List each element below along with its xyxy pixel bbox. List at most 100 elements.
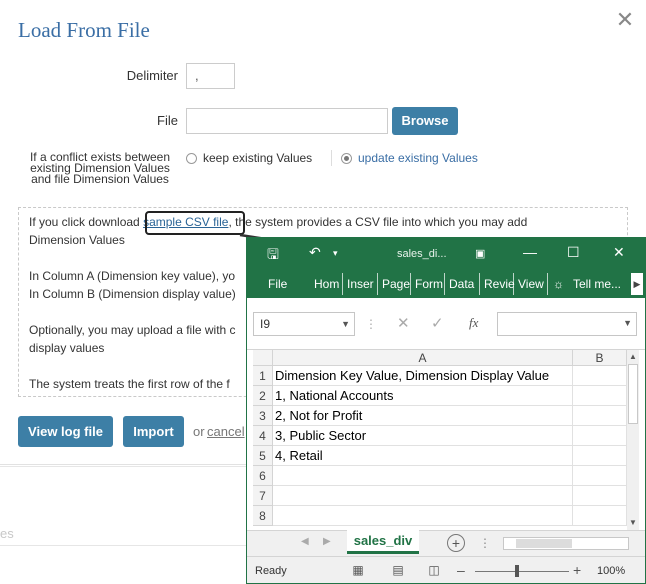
- ribbon-scroll-right-icon[interactable]: ▶: [631, 273, 643, 295]
- excel-ribbon: File Hom Inser Page Form Data Revie View…: [247, 271, 645, 298]
- more-icon: ⋮: [365, 317, 377, 331]
- tell-me-search[interactable]: Tell me...: [573, 277, 621, 291]
- zoom-in-icon[interactable]: +: [573, 562, 581, 578]
- select-all-corner[interactable]: [253, 350, 273, 366]
- prev-sheet-icon[interactable]: ◀: [301, 536, 309, 547]
- info-line-6: display values: [29, 341, 105, 355]
- save-icon[interactable]: 🖫: [267, 244, 279, 268]
- cell-a4[interactable]: 3, Public Sector: [273, 426, 573, 446]
- ribbon-tab-file[interactable]: File: [268, 277, 287, 291]
- row-header[interactable]: 1: [253, 366, 273, 386]
- cell-b5[interactable]: [573, 446, 627, 466]
- vertical-scrollbar[interactable]: ▲ ▼: [627, 350, 639, 530]
- update-existing-radio[interactable]: [341, 153, 352, 164]
- close-window-icon[interactable]: ✕: [613, 244, 625, 261]
- formula-input[interactable]: ▼: [497, 312, 637, 336]
- info-line-1: If you click download sample CSV file, t…: [29, 215, 527, 229]
- cell-b2[interactable]: [573, 386, 627, 406]
- zoom-level[interactable]: 100%: [597, 565, 625, 577]
- delimiter-input[interactable]: ,: [186, 63, 235, 89]
- excel-window: 🖫 ↶ ▾ sales_di... ▣ — ☐ ✕ File Hom Inser…: [246, 237, 646, 584]
- update-existing-label[interactable]: update existing Values: [358, 151, 478, 165]
- row-header[interactable]: 7: [253, 486, 273, 506]
- close-icon[interactable]: ✕: [614, 9, 636, 31]
- ribbon-separator: [377, 273, 378, 295]
- next-sheet-icon[interactable]: ▶: [323, 536, 331, 547]
- ribbon-tab-formulas[interactable]: Form: [415, 277, 443, 291]
- status-bar: Ready ▦ ▤ ◫ – + 100%: [247, 556, 645, 583]
- vertical-scroll-thumb[interactable]: [628, 364, 638, 424]
- horizontal-scrollbar[interactable]: [503, 537, 629, 550]
- chevron-down-icon[interactable]: ▼: [341, 313, 350, 335]
- ribbon-tab-insert[interactable]: Inser: [347, 277, 374, 291]
- cell-b8[interactable]: [573, 506, 627, 526]
- zoom-slider-thumb[interactable]: [515, 565, 519, 577]
- row-header[interactable]: 8: [253, 506, 273, 526]
- normal-view-icon[interactable]: ▦: [351, 563, 365, 577]
- insert-function-icon[interactable]: fx: [469, 315, 478, 331]
- info-line-2: Dimension Values: [29, 233, 125, 247]
- row-header[interactable]: 2: [253, 386, 273, 406]
- view-log-button[interactable]: View log file: [18, 416, 113, 447]
- ribbon-tab-data[interactable]: Data: [449, 277, 474, 291]
- zoom-out-icon[interactable]: –: [457, 562, 465, 578]
- ribbon-separator: [547, 273, 548, 295]
- excel-titlebar: 🖫 ↶ ▾ sales_di... ▣ — ☐ ✕: [247, 238, 645, 271]
- cell-a3[interactable]: 2, Not for Profit: [273, 406, 573, 426]
- ribbon-display-icon[interactable]: ▣: [475, 247, 485, 260]
- name-box[interactable]: I9 ▼: [253, 312, 355, 336]
- row-header[interactable]: 6: [253, 466, 273, 486]
- chevron-down-icon[interactable]: ▼: [623, 318, 632, 328]
- cell-a5[interactable]: 4, Retail: [273, 446, 573, 466]
- row-header[interactable]: 3: [253, 406, 273, 426]
- undo-icon[interactable]: ↶: [309, 244, 321, 261]
- add-sheet-icon[interactable]: +: [447, 534, 465, 552]
- sheet-tab-sales-div[interactable]: sales_div: [347, 530, 419, 554]
- spreadsheet-grid: A B 1 Dimension Key Value, Dimension Dis…: [247, 350, 645, 530]
- cell-a8[interactable]: [273, 506, 573, 526]
- file-input[interactable]: [186, 108, 388, 134]
- link-highlight-box: [145, 211, 245, 235]
- or-text: or: [193, 424, 205, 439]
- row-header[interactable]: 4: [253, 426, 273, 446]
- cell-a6[interactable]: [273, 466, 573, 486]
- maximize-icon[interactable]: ☐: [567, 244, 580, 261]
- browse-button[interactable]: Browse: [392, 107, 458, 135]
- scroll-up-icon[interactable]: ▲: [627, 352, 639, 361]
- keep-existing-label[interactable]: keep existing Values: [203, 151, 312, 165]
- undo-dropdown-icon[interactable]: ▾: [333, 248, 338, 259]
- background-partial-text: es: [0, 526, 14, 541]
- zoom-slider-track[interactable]: [475, 571, 569, 572]
- cell-a2[interactable]: 1, National Accounts: [273, 386, 573, 406]
- ribbon-tab-view[interactable]: View: [518, 277, 544, 291]
- scroll-down-icon[interactable]: ▼: [627, 518, 639, 527]
- cell-b7[interactable]: [573, 486, 627, 506]
- cell-b1[interactable]: [573, 366, 627, 386]
- cancel-icon[interactable]: ✕: [397, 314, 410, 332]
- name-box-value: I9: [260, 317, 271, 331]
- ribbon-separator: [479, 273, 480, 295]
- import-button[interactable]: Import: [123, 416, 184, 447]
- info-line-5: Optionally, you may upload a file with c: [29, 323, 236, 337]
- cell-a1[interactable]: Dimension Key Value, Dimension Display V…: [273, 366, 573, 386]
- info-line-7: The system treats the first row of the f: [29, 377, 230, 391]
- keep-existing-radio[interactable]: [186, 153, 197, 164]
- minimize-icon[interactable]: —: [523, 244, 537, 260]
- cancel-link[interactable]: cancel: [207, 424, 245, 439]
- ribbon-tab-home[interactable]: Hom: [314, 277, 339, 291]
- column-header-b[interactable]: B: [573, 350, 627, 366]
- enter-icon[interactable]: ✓: [431, 314, 444, 332]
- cell-a7[interactable]: [273, 486, 573, 506]
- ribbon-tab-review[interactable]: Revie: [484, 277, 515, 291]
- ribbon-tab-page[interactable]: Page: [382, 277, 410, 291]
- row-header[interactable]: 5: [253, 446, 273, 466]
- cell-b6[interactable]: [573, 466, 627, 486]
- column-header-a[interactable]: A: [273, 350, 573, 366]
- lightbulb-icon: ☼: [553, 277, 564, 291]
- dialog-title: Load From File: [18, 18, 150, 42]
- page-layout-icon[interactable]: ▤: [391, 563, 405, 577]
- cell-b3[interactable]: [573, 406, 627, 426]
- page-break-icon[interactable]: ◫: [427, 563, 441, 577]
- cell-b4[interactable]: [573, 426, 627, 446]
- horizontal-scroll-thumb[interactable]: [516, 539, 572, 548]
